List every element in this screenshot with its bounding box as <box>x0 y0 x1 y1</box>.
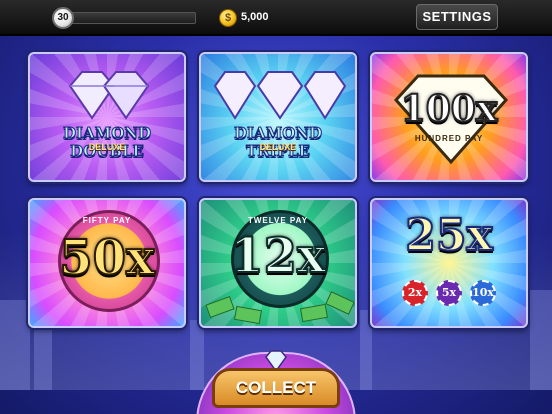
ring-text: FIFTY PAY <box>82 216 132 225</box>
game-tile-diamond-double[interactable]: DIAMOND DOUBLE DELUXE <box>28 52 186 182</box>
diamond-icon <box>213 71 347 120</box>
ring-text: TWELVE PAY <box>247 216 309 225</box>
chip-5x: 5x <box>436 280 462 306</box>
level-badge: 30 <box>52 7 74 29</box>
coin-icon <box>219 9 237 27</box>
coin-balance: 5,000 <box>241 11 269 23</box>
settings-button[interactable]: SETTINGS <box>416 4 498 30</box>
multiplier-text: 25x <box>404 209 493 262</box>
diamond-icon <box>68 71 150 120</box>
multiplier-text: 100x <box>400 87 499 131</box>
collect-bonus-button[interactable]: COLLECT BONUS <box>212 368 340 414</box>
game-tile-50x[interactable]: FIFTY PAY 50x <box>28 198 186 328</box>
xp-progress-bar <box>70 12 196 24</box>
game-tile-12x[interactable]: TWELVE PAY 12x <box>199 198 357 328</box>
top-bar: 30 5,000 SETTINGS <box>0 0 552 36</box>
game-tile-100x[interactable]: 100x HUNDRED PAY <box>370 52 528 182</box>
ring-text: HUNDRED PAY <box>414 134 484 143</box>
game-tile-diamond-triple[interactable]: DIAMOND TRIPLE DELUXE <box>199 52 357 182</box>
game-subtitle: DELUXE <box>88 142 126 152</box>
game-subtitle: DELUXE <box>259 142 297 152</box>
multiplier-text: 50x <box>58 229 155 287</box>
chip-2x: 2x <box>402 280 428 306</box>
multiplier-text: 12x <box>229 227 326 285</box>
chip-10x: 10x <box>470 280 496 306</box>
game-tile-25x[interactable]: 25x 2x 5x 10x <box>370 198 528 328</box>
